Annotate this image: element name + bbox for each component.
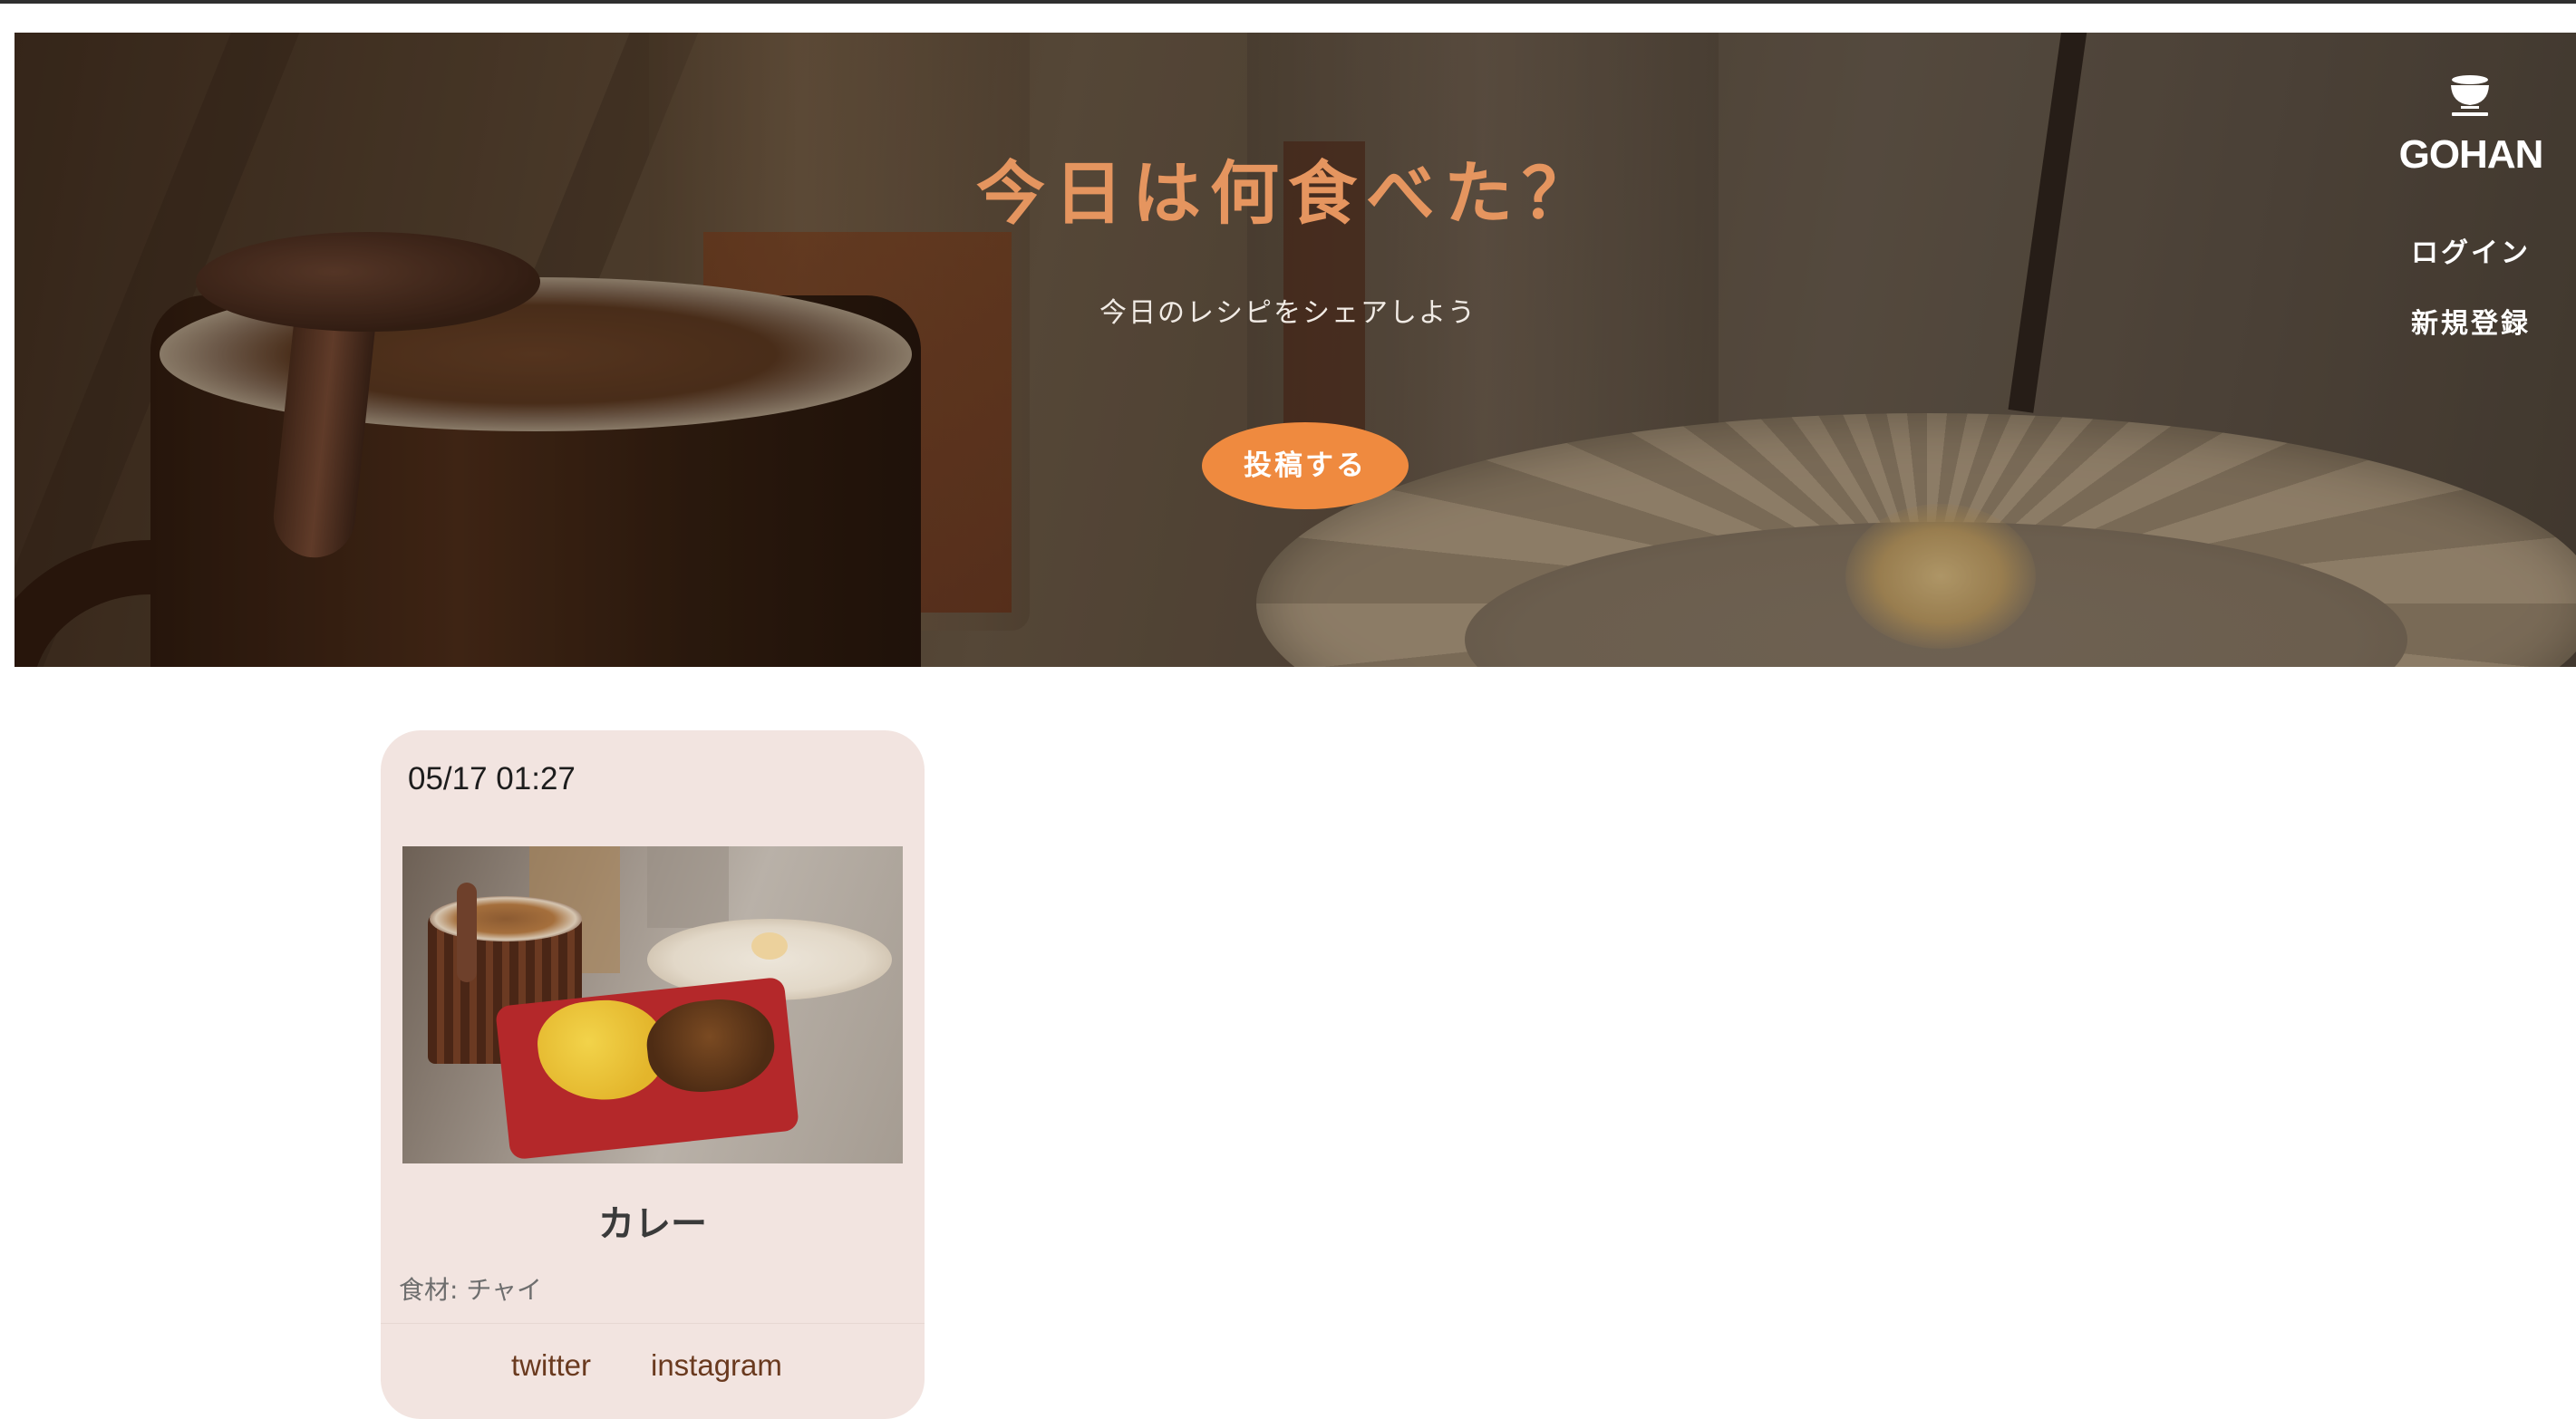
hero-title: 今日は何食べた？ — [976, 153, 1600, 234]
image-flower — [751, 932, 788, 960]
hero-banner — [15, 33, 2576, 667]
recipe-image[interactable] — [402, 846, 903, 1163]
hero-subtitle: 今日のレシピをシェアしよう — [1099, 297, 1477, 329]
recipe-ingredients: 食材: チャイ — [399, 1275, 543, 1305]
top-border — [0, 0, 2576, 4]
recipe-title[interactable]: カレー — [381, 1194, 925, 1247]
hero-overlay — [15, 33, 2576, 667]
post-date: 05/17 01:27 — [408, 761, 576, 796]
instagram-link[interactable]: instagram — [651, 1348, 782, 1383]
post-button[interactable]: 投稿する — [1202, 422, 1409, 509]
image-mug-top — [430, 896, 582, 941]
rice-bowl-icon[interactable] — [2448, 71, 2492, 121]
image-bottle — [647, 846, 729, 928]
twitter-link[interactable]: twitter — [511, 1348, 591, 1383]
recipe-card[interactable]: 05/17 01:27 カレー 食材: チャイ twitter instagra… — [381, 730, 925, 1419]
signup-link[interactable]: 新規登録 — [2357, 301, 2576, 341]
login-link[interactable]: ログイン — [2357, 230, 2576, 270]
card-divider — [381, 1323, 925, 1324]
image-spoon — [457, 883, 477, 982]
brand-logo[interactable]: GOHAN — [2357, 132, 2576, 178]
